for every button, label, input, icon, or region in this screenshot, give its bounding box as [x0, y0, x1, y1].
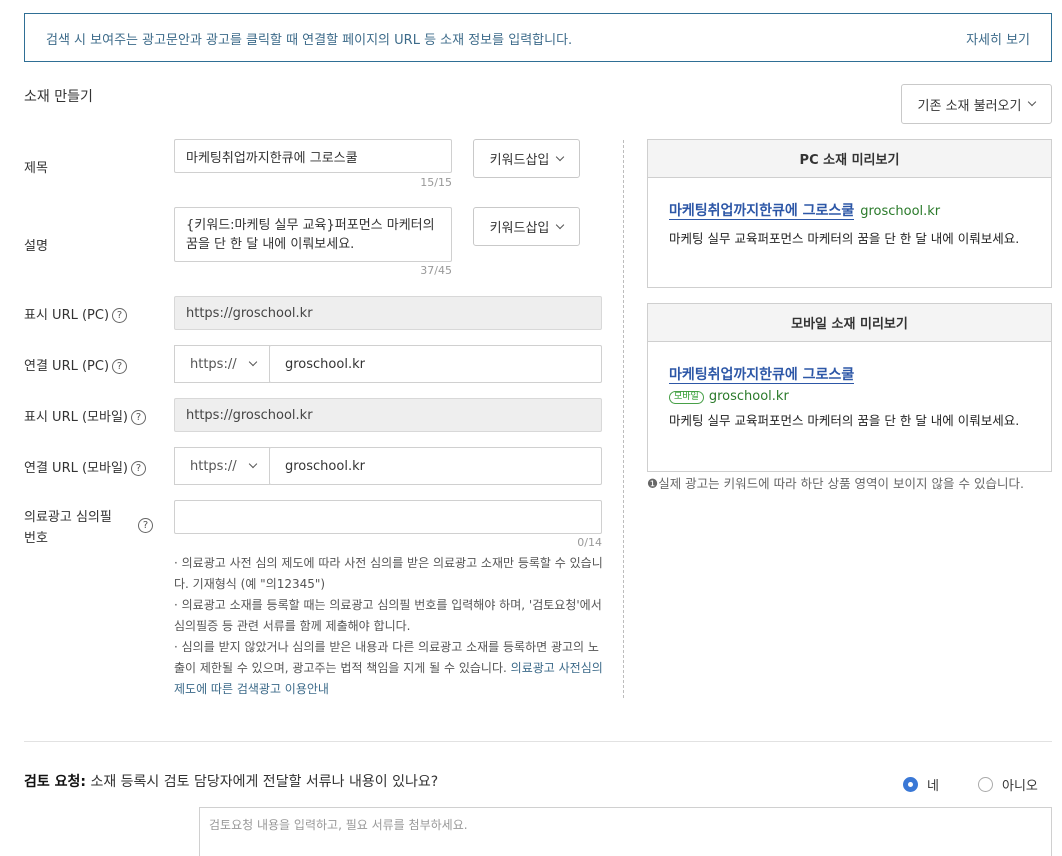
link-url-pc-protocol-select[interactable]: https:// — [174, 345, 270, 383]
review-no-radio[interactable]: 아니오 — [978, 775, 1038, 794]
link-url-mobile-input[interactable]: groschool.kr — [269, 447, 602, 485]
column-divider — [623, 140, 624, 698]
title-input[interactable]: 마케팅취업까지한큐에 그로스쿨 — [174, 139, 452, 173]
review-yes-radio[interactable]: 네 — [903, 775, 939, 794]
help-icon[interactable]: ? — [112, 308, 128, 323]
title-label: 제목 — [24, 161, 48, 176]
link-url-pc-label-text: 연결 URL (PC) — [24, 359, 110, 374]
more-details-link[interactable]: 자세히 보기 — [966, 29, 1030, 48]
title-counter: 15/15 — [420, 176, 452, 189]
note-item: · 의료광고 사전 심의 제도에 따라 사전 심의를 받은 의료광고 소재만 등… — [174, 556, 603, 591]
pc-preview-header: PC 소재 미리보기 — [648, 140, 1051, 178]
load-existing-ad-label: 기존 소재 불러오기 — [917, 98, 1022, 114]
pc-preview-panel: PC 소재 미리보기 마케팅취업까지한큐에 그로스쿨 groschool.kr 마… — [647, 139, 1052, 288]
keyword-insert-label: 키워드삽입 — [489, 153, 550, 168]
review-request-question: 검토 요청: 소재 등록시 검토 담당자에게 전달할 서류나 내용이 있나요? — [24, 771, 438, 791]
display-url-pc-label-text: 표시 URL (PC) — [24, 308, 110, 323]
keyword-insert-label: 키워드삽입 — [489, 221, 550, 236]
protocol-value: https:// — [190, 458, 237, 474]
chevron-down-icon — [248, 459, 258, 469]
preview-caution-text: ❶실제 광고는 키워드에 따라 하단 상품 영역이 보이지 않을 수 있습니다. — [647, 476, 1024, 491]
title-keyword-insert-button[interactable]: 키워드삽입 — [473, 139, 580, 178]
link-url-mobile-protocol-select[interactable]: https:// — [174, 447, 270, 485]
pc-preview-url: groschool.kr — [860, 204, 941, 219]
display-url-mobile-label-text: 표시 URL (모바일) — [24, 410, 128, 425]
medical-ad-label-line2: 번호 — [24, 531, 48, 546]
link-url-mobile-label: 연결 URL (모바일)? — [24, 457, 146, 476]
medical-ad-number-input[interactable] — [174, 500, 602, 534]
link-url-pc-label: 연결 URL (PC)? — [24, 355, 128, 374]
section-title: 소재 만들기 — [24, 89, 93, 105]
mobile-badge: 모바일 — [669, 391, 704, 404]
medical-ad-label-line1: 의료광고 심의필 — [24, 510, 112, 525]
info-notice-bar: 검색 시 보여주는 광고문안과 광고를 클릭할 때 연결할 페이지의 URL 등… — [24, 13, 1052, 62]
mobile-preview-title: 마케팅취업까지한큐에 그로스쿨 — [669, 367, 855, 384]
medical-ad-counter: 0/14 — [577, 536, 602, 549]
notice-text: 검색 시 보여주는 광고문안과 광고를 클릭할 때 연결할 페이지의 URL 등… — [46, 33, 573, 48]
note-item: · 의료광고 소재를 등록할 때는 의료광고 심의필 번호를 입력해야 하며, … — [174, 598, 602, 633]
radio-checked-icon — [903, 777, 918, 792]
help-icon[interactable]: ? — [131, 410, 146, 425]
display-url-pc-field: https://groschool.kr — [174, 296, 602, 330]
help-icon[interactable]: ? — [138, 518, 153, 533]
mobile-preview-header: 모바일 소재 미리보기 — [648, 304, 1051, 342]
note-item: · 심의를 받지 않았거나 심의를 받은 내용과 다른 의료광고 소재를 등록하… — [174, 637, 604, 700]
chevron-down-icon — [556, 152, 565, 161]
mobile-preview-description: 마케팅 실무 교육퍼포먼스 마케터의 꿈을 단 한 달 내에 이뤄보세요. — [669, 413, 1020, 428]
review-request-label: 검토 요청: — [24, 774, 86, 790]
pc-preview-description: 마케팅 실무 교육퍼포먼스 마케터의 꿈을 단 한 달 내에 이뤄보세요. — [669, 231, 1020, 246]
review-no-label: 아니오 — [1002, 779, 1038, 794]
description-input[interactable]: {키워드:마케팅 실무 교육}퍼포먼스 마케터의 꿈을 단 한 달 내에 이뤄보… — [174, 207, 452, 262]
display-url-mobile-label: 표시 URL (모바일)? — [24, 406, 146, 425]
help-icon[interactable]: ? — [112, 359, 128, 374]
help-icon[interactable]: ? — [131, 461, 146, 476]
mobile-preview-panel: 모바일 소재 미리보기 마케팅취업까지한큐에 그로스쿨 모바일 groschool… — [647, 303, 1052, 472]
review-request-textarea[interactable]: 검토요청 내용을 입력하고, 필요 서류를 첨부하세요. — [199, 807, 1052, 856]
protocol-value: https:// — [190, 356, 237, 372]
medical-ad-notes: · 의료광고 사전 심의 제도에 따라 사전 심의를 받은 의료광고 소재만 등… — [174, 553, 604, 700]
display-url-mobile-field: https://groschool.kr — [174, 398, 602, 432]
description-keyword-insert-button[interactable]: 키워드삽입 — [473, 207, 580, 246]
review-request-text: 소재 등록시 검토 담당자에게 전달할 서류나 내용이 있나요? — [86, 774, 439, 790]
link-url-mobile-label-text: 연결 URL (모바일) — [24, 461, 128, 476]
radio-unchecked-icon — [978, 777, 993, 792]
chevron-down-icon — [1028, 97, 1037, 107]
description-label: 설명 — [24, 239, 48, 254]
link-url-pc-input[interactable]: groschool.kr — [269, 345, 602, 383]
medical-ad-label: 의료광고 심의필 번호 — [24, 507, 112, 549]
display-url-pc-label: 표시 URL (PC)? — [24, 304, 128, 323]
chevron-down-icon — [556, 220, 565, 229]
review-yes-label: 네 — [927, 779, 939, 794]
section-divider — [24, 741, 1052, 742]
mobile-preview-url: groschool.kr — [708, 389, 789, 404]
pc-preview-title: 마케팅취업까지한큐에 그로스쿨 — [669, 203, 855, 220]
load-existing-ad-button[interactable]: 기존 소재 불러오기 — [901, 84, 1052, 124]
chevron-down-icon — [248, 357, 258, 367]
description-counter: 37/45 — [420, 264, 452, 277]
